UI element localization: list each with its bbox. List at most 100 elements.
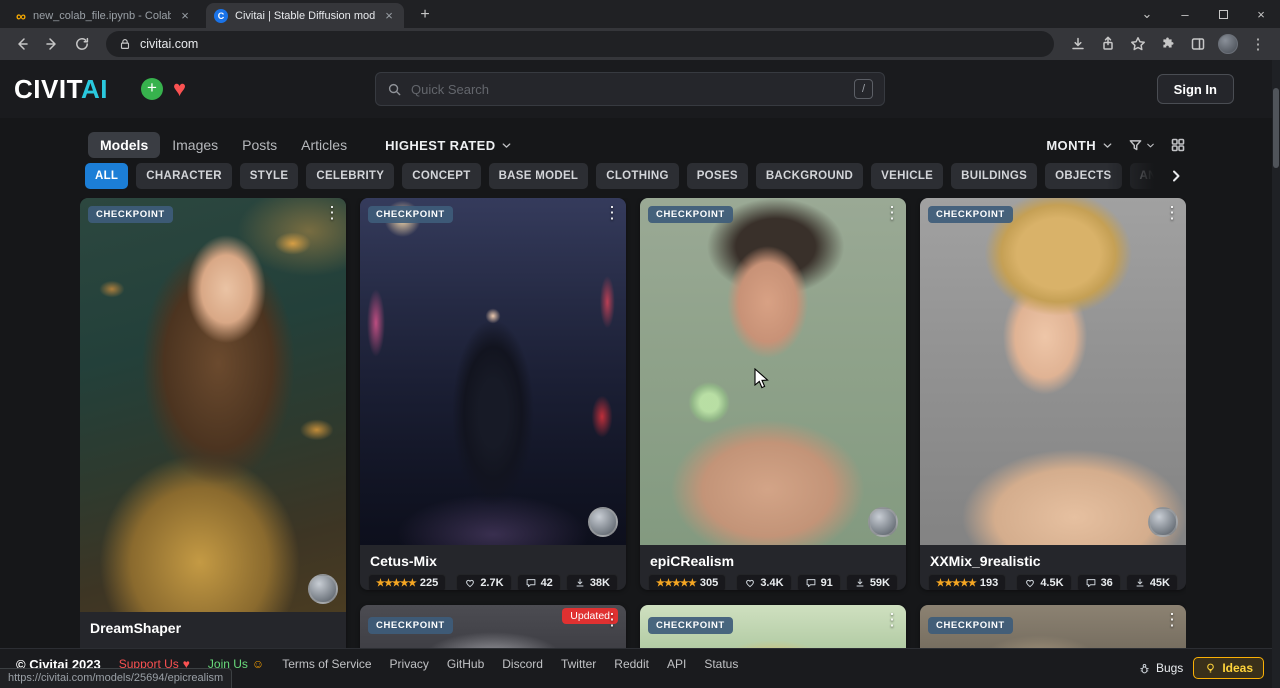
search-input[interactable] <box>411 82 845 97</box>
category-clothing[interactable]: CLOTHING <box>596 163 678 189</box>
comment-icon <box>1085 577 1097 589</box>
url-text: civitai.com <box>140 37 198 51</box>
model-card-xxmix-9realistic[interactable]: CHECKPOINT ⋮ XXMix_9realistic ★★★★★ 193 … <box>920 198 1186 590</box>
footer-link-discord[interactable]: Discord <box>502 657 543 671</box>
model-title: XXMix_9realistic <box>920 545 1186 574</box>
card-menu-icon[interactable]: ⋮ <box>600 610 624 630</box>
window-minimize-button[interactable]: – <box>1166 0 1204 28</box>
new-tab-button[interactable]: + <box>414 4 436 26</box>
sort-select[interactable]: HIGHEST RATED <box>385 138 513 153</box>
layout-toggle-button[interactable] <box>1170 137 1186 153</box>
card-menu-icon[interactable]: ⋮ <box>880 203 904 223</box>
extensions-button[interactable] <box>1154 30 1182 58</box>
side-panel-icon <box>1190 36 1206 52</box>
logo-text-main: CIVIT <box>14 74 81 104</box>
bookmark-button[interactable] <box>1124 30 1152 58</box>
model-card-epicrealism[interactable]: CHECKPOINT ⋮ epiCRealism ★★★★★ 305 3.4K … <box>640 198 906 590</box>
model-card-partial[interactable]: CHECKPOINT ⋮ <box>640 605 906 648</box>
category-celebrity[interactable]: CELEBRITY <box>306 163 394 189</box>
model-title: epiCRealism <box>640 545 906 574</box>
model-card-cetus-mix[interactable]: CHECKPOINT ⋮ Cetus-Mix ★★★★★ 225 2.7K 42 <box>360 198 626 590</box>
sign-in-button[interactable]: Sign In <box>1157 74 1234 104</box>
browser-toolbar: civitai.com ⋮ <box>0 28 1280 60</box>
address-bar[interactable]: civitai.com <box>106 31 1054 57</box>
period-select[interactable]: MONTH <box>1046 138 1114 153</box>
footer-link-privacy[interactable]: Privacy <box>390 657 429 671</box>
downloads-badge: 45K <box>1126 574 1178 590</box>
site-header: CIVITAI + ♥ / Sign In <box>0 60 1280 118</box>
card-menu-icon[interactable]: ⋮ <box>1160 610 1184 630</box>
model-card-partial[interactable]: CHECKPOINT ⋮ <box>920 605 1186 648</box>
card-menu-icon[interactable]: ⋮ <box>600 203 624 223</box>
bugs-button[interactable]: Bugs <box>1138 661 1183 675</box>
category-style[interactable]: STYLE <box>240 163 299 189</box>
footer-link-reddit[interactable]: Reddit <box>614 657 649 671</box>
category-concept[interactable]: CONCEPT <box>402 163 480 189</box>
card-menu-icon[interactable]: ⋮ <box>1160 203 1184 223</box>
search-bar[interactable]: / <box>375 72 885 106</box>
ideas-button[interactable]: Ideas <box>1193 657 1264 679</box>
card-menu-icon[interactable]: ⋮ <box>880 610 904 630</box>
back-arrow-icon <box>14 36 30 52</box>
filter-button[interactable] <box>1128 138 1156 153</box>
creator-avatar[interactable] <box>588 507 618 537</box>
header-heart-icon[interactable]: ♥ <box>173 75 186 103</box>
footer-link-twitter[interactable]: Twitter <box>561 657 596 671</box>
model-preview-image: CHECKPOINT ⋮ <box>640 605 906 648</box>
model-preview-image: CHECKPOINT ⋮ <box>360 198 626 545</box>
upload-plus-button[interactable]: + <box>141 78 163 100</box>
likes-count: 3.4K <box>760 577 783 589</box>
profile-button[interactable] <box>1214 30 1242 58</box>
browser-tab-colab[interactable]: ∞ new_colab_file.ipynb - Colaborat × <box>8 3 200 28</box>
layout-grid-icon <box>1170 137 1186 153</box>
rating-count: 225 <box>420 577 438 589</box>
share-button[interactable] <box>1094 30 1122 58</box>
scrollbar-thumb[interactable] <box>1273 88 1279 168</box>
sort-label: HIGHEST RATED <box>385 138 495 153</box>
model-card-dreamshaper[interactable]: CHECKPOINT ⋮ DreamShaper <box>80 198 346 648</box>
category-scroll-right-button[interactable] <box>1106 160 1186 192</box>
model-card-partial[interactable]: Updated CHECKPOINT ⋮ <box>360 605 626 648</box>
card-menu-icon[interactable]: ⋮ <box>320 203 344 223</box>
window-close-button[interactable]: × <box>1242 0 1280 28</box>
browser-menu-button[interactable]: ⋮ <box>1244 30 1272 58</box>
model-type-badge: CHECKPOINT <box>648 206 733 223</box>
back-button[interactable] <box>8 30 36 58</box>
tab-posts[interactable]: Posts <box>230 132 289 158</box>
civitai-logo[interactable]: CIVITAI <box>14 75 108 103</box>
category-poses[interactable]: POSES <box>687 163 748 189</box>
comments-count: 42 <box>541 577 553 589</box>
tab-close-icon[interactable]: × <box>178 8 192 23</box>
creator-avatar[interactable] <box>868 507 898 537</box>
window-maximize-button[interactable] <box>1204 0 1242 28</box>
footer-link-terms[interactable]: Terms of Service <box>282 657 371 671</box>
category-base-model[interactable]: BASE MODEL <box>489 163 589 189</box>
reload-button[interactable] <box>68 30 96 58</box>
footer-link-status[interactable]: Status <box>704 657 738 671</box>
category-buildings[interactable]: BUILDINGS <box>951 163 1037 189</box>
category-vehicle[interactable]: VEHICLE <box>871 163 943 189</box>
category-background[interactable]: BACKGROUND <box>756 163 863 189</box>
page-scrollbar[interactable] <box>1272 60 1280 688</box>
lightbulb-icon <box>1204 662 1217 675</box>
rating-count: 193 <box>980 577 998 589</box>
creator-avatar[interactable] <box>308 574 338 604</box>
side-panel-button[interactable] <box>1184 30 1212 58</box>
downloads-button[interactable] <box>1064 30 1092 58</box>
tab-close-icon[interactable]: × <box>382 8 396 23</box>
logo-text-accent: AI <box>81 74 108 104</box>
footer-link-github[interactable]: GitHub <box>447 657 484 671</box>
stat-pill-group: 3.4K 91 59K <box>736 574 898 590</box>
footer-link-api[interactable]: API <box>667 657 686 671</box>
category-character[interactable]: CHARACTER <box>136 163 232 189</box>
downloads-count: 45K <box>1150 577 1170 589</box>
tab-models[interactable]: Models <box>88 132 160 158</box>
browser-tab-civitai[interactable]: C Civitai | Stable Diffusion models, × <box>206 3 404 28</box>
tab-articles[interactable]: Articles <box>289 132 359 158</box>
model-title: DreamShaper <box>80 612 346 641</box>
tab-search-chevron-icon[interactable]: ⌄ <box>1128 0 1166 28</box>
tab-images[interactable]: Images <box>160 132 230 158</box>
forward-button[interactable] <box>38 30 66 58</box>
creator-avatar[interactable] <box>1148 507 1178 537</box>
category-all[interactable]: ALL <box>85 163 128 189</box>
